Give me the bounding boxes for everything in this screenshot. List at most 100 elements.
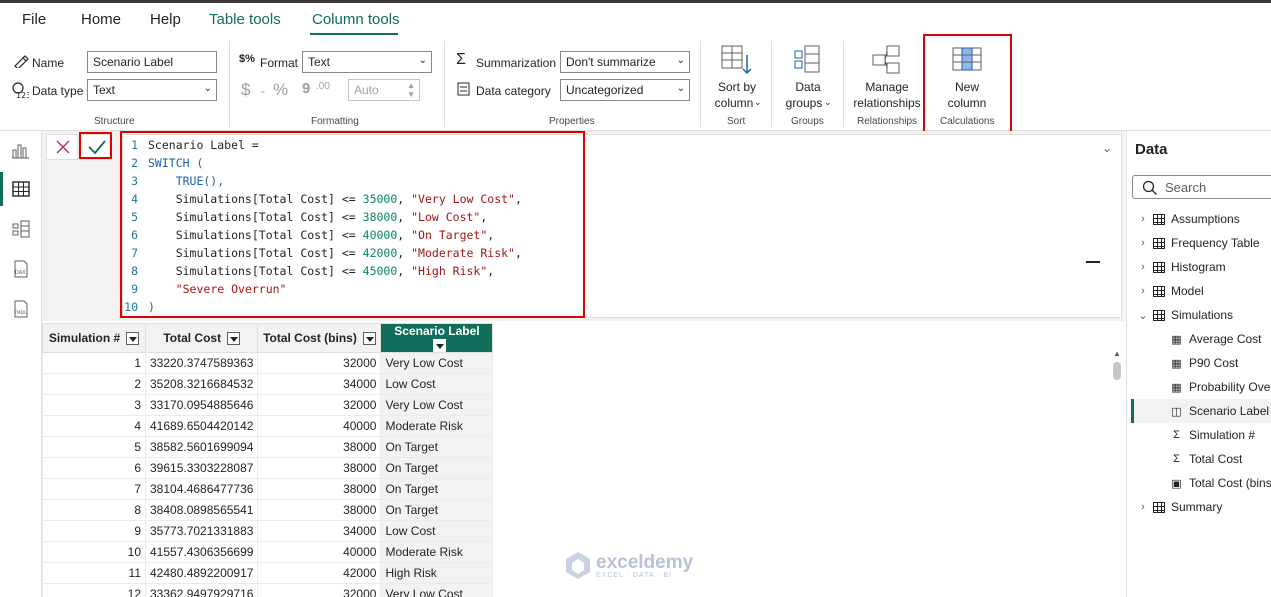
cell-total-cost-bins[interactable]: 34000 <box>257 520 382 543</box>
cell-total-cost[interactable]: 35773.7021331883 <box>144 520 259 543</box>
cell-total-cost[interactable]: 33170.0954885646 <box>144 394 259 417</box>
tree-field-average-cost[interactable]: ▦ Average Cost <box>1170 329 1261 349</box>
cell-total-cost[interactable]: 41557.4306356699 <box>144 541 259 564</box>
expand-formula-icon[interactable]: ⌄ <box>1102 141 1112 155</box>
cell-simulation[interactable]: 2 <box>42 373 146 396</box>
tree-field-p90-cost[interactable]: ▦ P90 Cost <box>1170 353 1238 373</box>
cell-total-cost-bins[interactable]: 34000 <box>257 373 382 396</box>
data-category-select[interactable]: Uncategorized ⌄ <box>560 79 690 101</box>
tree-table-simulations[interactable]: ⌄ Simulations <box>1137 305 1233 325</box>
cell-simulation[interactable]: 1 <box>42 352 146 375</box>
cell-total-cost-bins[interactable]: 40000 <box>257 415 382 438</box>
format-select[interactable]: Text ⌄ <box>302 51 432 73</box>
cell-simulation[interactable]: 3 <box>42 394 146 417</box>
menu-home[interactable]: Home <box>81 11 121 28</box>
cell-scenario-label[interactable]: On Target <box>380 478 494 501</box>
chevron-right-icon[interactable]: › <box>1137 213 1149 225</box>
tree-field-probability-over[interactable]: ▦ Probability Over <box>1170 377 1271 397</box>
cell-scenario-label[interactable]: On Target <box>380 499 494 522</box>
cell-scenario-label[interactable]: Very Low Cost <box>380 583 494 597</box>
cell-simulation[interactable]: 8 <box>42 499 146 522</box>
filter-dropdown-icon[interactable] <box>433 339 447 353</box>
cell-simulation[interactable]: 11 <box>42 562 146 585</box>
scroll-up-icon[interactable]: ▲ <box>1113 349 1121 358</box>
summarization-select[interactable]: Don't summarize ⌄ <box>560 51 690 73</box>
cell-total-cost-bins[interactable]: 38000 <box>257 457 382 480</box>
decimal-places-input[interactable]: Auto ▲ ▼ <box>348 79 420 101</box>
cell-scenario-label[interactable]: Moderate Risk <box>380 541 494 564</box>
chevron-down-icon[interactable]: ⌄ <box>1137 309 1149 322</box>
cell-simulation[interactable]: 5 <box>42 436 146 459</box>
cell-simulation[interactable]: 6 <box>42 457 146 480</box>
menu-file[interactable]: File <box>22 11 46 28</box>
currency-button[interactable]: $ <box>241 80 250 100</box>
cell-total-cost[interactable]: 38408.0898565541 <box>144 499 259 522</box>
column-header-total-cost[interactable]: Total Cost <box>144 322 259 354</box>
tree-table-histogram[interactable]: › Histogram <box>1137 257 1226 277</box>
tree-table-summary[interactable]: › Summary <box>1137 497 1222 517</box>
cell-total-cost[interactable]: 42480.4892200917 <box>144 562 259 585</box>
report-view-icon[interactable] <box>11 140 31 160</box>
cell-total-cost[interactable]: 38582.5601699094 <box>144 436 259 459</box>
cell-total-cost-bins[interactable]: 40000 <box>257 541 382 564</box>
tmdl-view-icon[interactable]: TMDL <box>11 299 31 319</box>
cell-total-cost-bins[interactable]: 32000 <box>257 352 382 375</box>
decimal-places-button[interactable]: .00 <box>316 81 330 92</box>
data-groups-button[interactable]: Data groups ⌄ <box>779 39 837 113</box>
cancel-formula-button[interactable] <box>46 134 78 160</box>
cell-total-cost[interactable]: 33220.3747589363 <box>144 352 259 375</box>
column-header-total-cost-bins[interactable]: Total Cost (bins) <box>257 322 382 354</box>
tree-field-scenario-label[interactable]: ◫ Scenario Label <box>1170 401 1269 421</box>
comma-style-button[interactable]: 9 <box>302 80 310 97</box>
cell-total-cost[interactable]: 39615.3303228087 <box>144 457 259 480</box>
tree-field-total-cost-bins[interactable]: ▣ Total Cost (bins) <box>1170 473 1271 493</box>
model-view-icon[interactable] <box>11 219 31 239</box>
cell-total-cost[interactable]: 35208.3216684532 <box>144 373 259 396</box>
tree-table-assumptions[interactable]: › Assumptions <box>1137 209 1240 229</box>
cell-scenario-label[interactable]: On Target <box>380 436 494 459</box>
tree-field-simulation[interactable]: Σ Simulation # <box>1170 425 1255 445</box>
chevron-right-icon[interactable]: › <box>1137 237 1149 249</box>
cell-total-cost-bins[interactable]: 32000 <box>257 583 382 597</box>
filter-dropdown-icon[interactable] <box>362 332 376 346</box>
cell-total-cost-bins[interactable]: 32000 <box>257 394 382 417</box>
cell-simulation[interactable]: 7 <box>42 478 146 501</box>
cell-total-cost-bins[interactable]: 38000 <box>257 478 382 501</box>
chevron-right-icon[interactable]: › <box>1137 285 1149 297</box>
chevron-right-icon[interactable]: › <box>1137 501 1149 513</box>
cell-total-cost[interactable]: 41689.6504420142 <box>144 415 259 438</box>
cell-total-cost-bins[interactable]: 42000 <box>257 562 382 585</box>
cell-scenario-label[interactable]: On Target <box>380 457 494 480</box>
cell-total-cost[interactable]: 38104.4686477736 <box>144 478 259 501</box>
cell-scenario-label[interactable]: High Risk <box>380 562 494 585</box>
cell-simulation[interactable]: 4 <box>42 415 146 438</box>
cell-simulation[interactable]: 10 <box>42 541 146 564</box>
data-pane-search[interactable]: Search <box>1132 175 1271 199</box>
tree-field-total-cost[interactable]: Σ Total Cost <box>1170 449 1242 469</box>
cell-scenario-label[interactable]: Low Cost <box>380 520 494 543</box>
column-header-simulation[interactable]: Simulation # <box>42 322 146 354</box>
cell-scenario-label[interactable]: Very Low Cost <box>380 352 494 375</box>
menu-column-tools[interactable]: Column tools <box>312 11 400 28</box>
cell-simulation[interactable]: 9 <box>42 520 146 543</box>
cell-simulation[interactable]: 12 <box>42 583 146 597</box>
cell-total-cost-bins[interactable]: 38000 <box>257 436 382 459</box>
manage-relationships-button[interactable]: Manage relationships <box>850 39 924 113</box>
dax-query-view-icon[interactable]: DAX <box>11 259 31 279</box>
filter-dropdown-icon[interactable] <box>126 332 140 346</box>
menu-table-tools[interactable]: Table tools <box>209 11 281 28</box>
vertical-scrollbar-thumb[interactable] <box>1113 362 1121 380</box>
cell-total-cost[interactable]: 33362.9497929716 <box>144 583 259 597</box>
tree-table-model[interactable]: › Model <box>1137 281 1204 301</box>
sort-by-column-button[interactable]: Sort by column ⌄ <box>710 39 764 113</box>
tree-table-frequency-table[interactable]: › Frequency Table <box>1137 233 1259 253</box>
percent-button[interactable]: % <box>273 80 288 100</box>
chevron-right-icon[interactable]: › <box>1137 261 1149 273</box>
cell-scenario-label[interactable]: Moderate Risk <box>380 415 494 438</box>
datatype-select[interactable]: Text ⌄ <box>87 79 217 101</box>
table-view-icon[interactable] <box>11 179 31 199</box>
filter-dropdown-icon[interactable] <box>227 332 241 346</box>
menu-help[interactable]: Help <box>150 11 181 28</box>
name-input[interactable]: Scenario Label <box>87 51 217 73</box>
column-header-scenario-label[interactable]: Scenario Label <box>380 322 494 354</box>
